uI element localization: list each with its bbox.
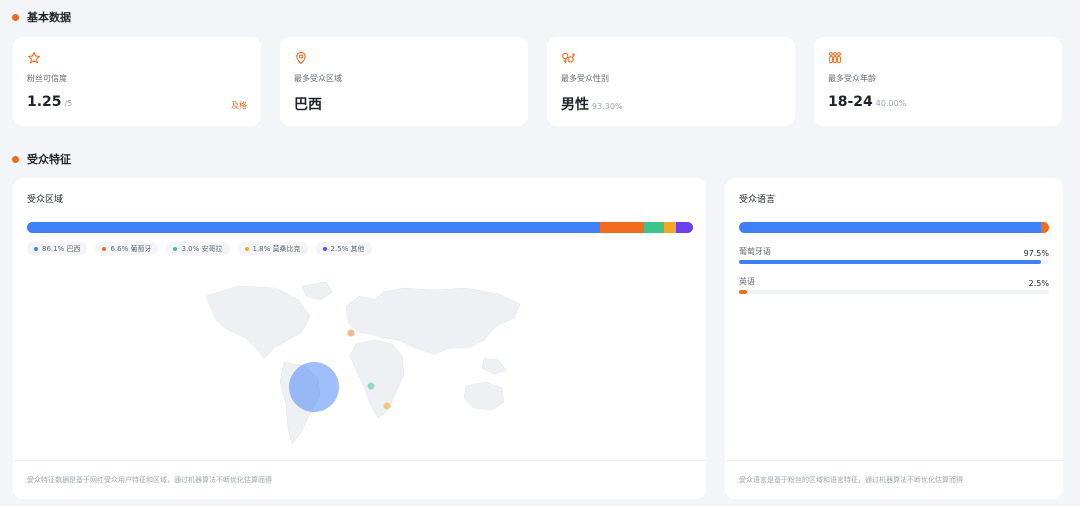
language-card: 受众语言 葡萄牙语 97.5% 英语 2.5% 受众语言是基于粉丝的区域和语言特… <box>725 178 1063 499</box>
bubble-portugal <box>347 329 355 337</box>
stat-sub: 40.00% <box>875 99 907 108</box>
language-bar-segment <box>739 222 1042 233</box>
section-basic-title: 基本数据 <box>12 9 71 25</box>
language-pct: 2.5% <box>1028 279 1049 288</box>
language-card-title: 受众语言 <box>739 195 776 205</box>
region-card: 受众区域 86.1% 巴西 6.6% 葡萄牙 3.0% 安哥拉 1.8% 莫桑比克 2.… <box>13 178 706 499</box>
people-icon <box>829 52 841 64</box>
section-audience-title: 受众特征 <box>12 151 71 167</box>
region-bubbles <box>289 329 391 412</box>
stat-value-text: 男性 <box>561 97 589 113</box>
stat-label: 最多受众年龄 <box>828 74 876 83</box>
section-title-text: 受众特征 <box>27 153 71 166</box>
gender-icon <box>562 52 575 63</box>
stat-value-text: 1.25 <box>27 94 62 110</box>
region-footnote: 受众特征数据是基于网红受众用户特征和区域，通过机器算法不断优化估算而得 <box>27 476 272 484</box>
location-pin-icon <box>296 51 306 65</box>
stat-value: 18-24 40.00% <box>828 94 906 110</box>
stat-value-text: 巴西 <box>294 97 322 113</box>
stat-value: 1.25/5 <box>27 94 72 110</box>
stat-value-text: 18-24 <box>828 94 873 110</box>
language-fill <box>739 290 747 294</box>
stat-card-credibility: 粉丝可信度 1.25/5 及格 <box>13 37 261 126</box>
stat-sub: 93.30% <box>592 102 623 111</box>
stat-label: 粉丝可信度 <box>27 74 67 83</box>
status-badge: 及格 <box>231 101 247 110</box>
language-bar-segment <box>1041 222 1049 233</box>
language-footnote: 受众语言是基于粉丝的区域和语言特征，通过机器算法不断优化估算而得 <box>739 476 963 484</box>
bubble-mozambique <box>383 402 391 410</box>
card-divider <box>13 460 706 461</box>
stat-card-gender: 最多受众性别 男性 93.30% <box>547 37 795 126</box>
language-pct: 97.5% <box>1023 249 1049 258</box>
language-track <box>739 260 1049 264</box>
section-dot <box>12 13 19 21</box>
stat-card-age: 最多受众年龄 18-24 40.00% <box>814 37 1062 126</box>
stat-card-region: 最多受众区域 巴西 <box>280 37 528 126</box>
star-icon <box>28 51 40 64</box>
language-name: 英语 <box>739 277 755 286</box>
section-dot <box>12 155 19 163</box>
language-fill <box>739 260 1042 264</box>
section-title-text: 基本数据 <box>27 11 71 24</box>
stat-value: 巴西 <box>294 94 322 114</box>
stat-label: 最多受众区域 <box>294 74 342 83</box>
bubble-angola <box>367 382 375 390</box>
stat-label: 最多受众性别 <box>561 74 609 83</box>
language-stacked-bar <box>739 222 1049 233</box>
language-track <box>739 290 1049 294</box>
stat-value: 男性 93.30% <box>561 94 623 114</box>
stat-sub: /5 <box>64 99 73 108</box>
card-divider <box>725 460 1063 461</box>
bubble-brazil <box>289 362 339 412</box>
language-name: 葡萄牙语 <box>739 247 771 256</box>
